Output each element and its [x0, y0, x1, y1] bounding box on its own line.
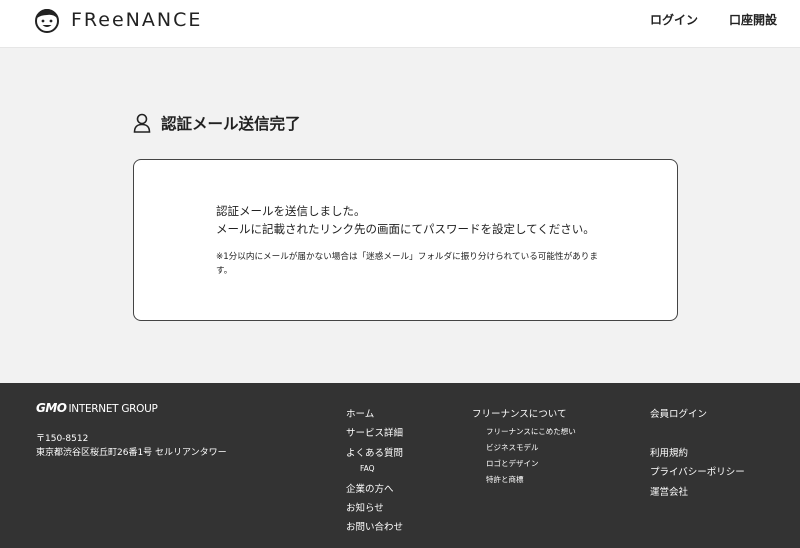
gmo-logo[interactable]: GMO INTERNET GROUP	[36, 401, 158, 415]
footer-link-news[interactable]: お知らせ	[346, 500, 384, 514]
footer-link-contact[interactable]: お問い合わせ	[346, 519, 403, 533]
login-link[interactable]: ログイン	[650, 11, 698, 28]
footer-link-corporate[interactable]: 企業の方へ	[346, 481, 394, 495]
site-header: FReeNANCE ログイン 口座開設	[0, 0, 800, 48]
spam-note: ※1分以内にメールが届かない場合は「迷惑メール」フォルダに振り分けられている可能…	[216, 252, 598, 276]
open-account-link[interactable]: 口座開設	[729, 11, 777, 28]
site-footer: GMO INTERNET GROUP 〒150-8512 東京都渋谷区桜丘町26…	[0, 383, 800, 548]
person-icon	[133, 113, 151, 133]
footer-link-thoughts[interactable]: フリーナンスにこめた想い	[486, 426, 576, 437]
footer-link-logo-design[interactable]: ロゴとデザイン	[486, 458, 539, 469]
postal-code: 〒150-8512	[36, 434, 89, 444]
footer-link-member-login[interactable]: 会員ログイン	[650, 406, 707, 420]
footer-link-company[interactable]: 運営会社	[650, 484, 688, 498]
freenance-face-icon	[35, 9, 59, 33]
footer-link-home[interactable]: ホーム	[346, 406, 374, 420]
page-title: 認証メール送信完了	[133, 112, 301, 134]
footer-link-faq[interactable]: FAQ	[360, 464, 375, 473]
message-sent: 認証メールを送信しました。	[216, 204, 366, 218]
footer-link-faq-head[interactable]: よくある質問	[346, 445, 403, 459]
footer-link-patents[interactable]: 特許と商標	[486, 474, 524, 485]
logo-text: FReeNANCE	[71, 9, 203, 31]
footer-link-terms[interactable]: 利用規約	[650, 445, 688, 459]
footer-link-business-model[interactable]: ビジネスモデル	[486, 442, 539, 453]
message-card: 認証メールを送信しました。 メールに記載されたリンク先の画面にてパスワードを設定…	[133, 159, 678, 321]
message-instruction: メールに記載されたリンク先の画面にてパスワードを設定してください。	[216, 222, 595, 236]
page-heading: 認証メール送信完了	[161, 115, 301, 133]
footer-link-about[interactable]: フリーナンスについて	[472, 406, 567, 420]
site-logo[interactable]: FReeNANCE	[33, 6, 202, 34]
footer-link-services[interactable]: サービス詳細	[346, 425, 403, 439]
gmo-group-text: INTERNET GROUP	[68, 403, 158, 415]
footer-link-privacy[interactable]: プライバシーポリシー	[650, 464, 745, 478]
company-address: 東京都渋谷区桜丘町26番1号 セルリアンタワー	[36, 448, 227, 458]
gmo-mark: GMO	[36, 401, 67, 415]
